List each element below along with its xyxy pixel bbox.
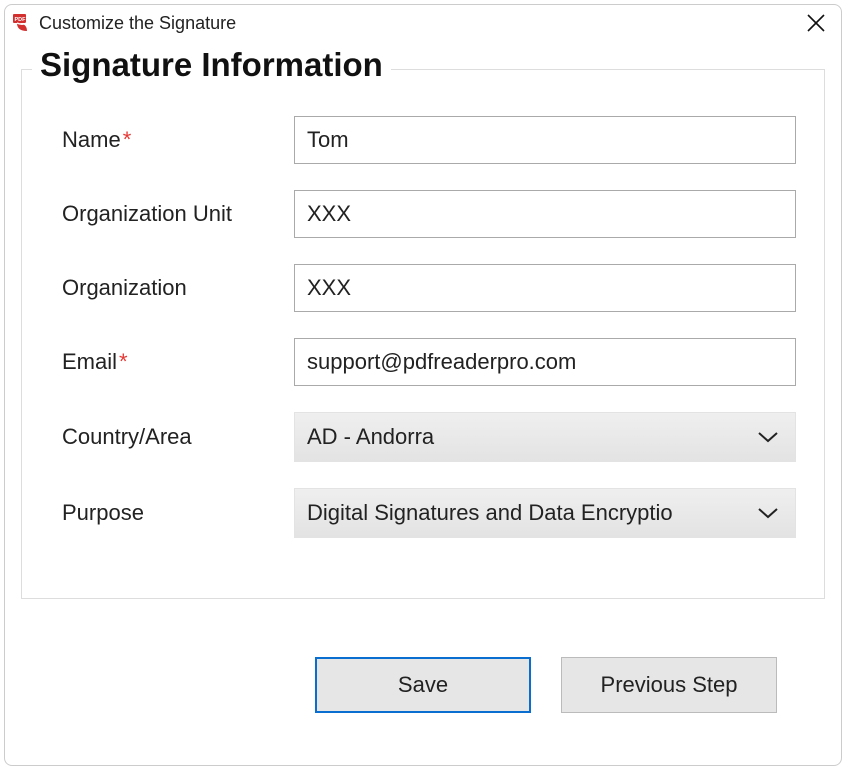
email-label: Email* [62,349,294,375]
signature-info-section: Signature Information Name* Organization… [21,69,825,599]
purpose-select[interactable]: Digital Signatures and Data Encryptio [294,488,796,538]
row-name: Name* [62,116,796,164]
app-icon: PDF [13,13,33,33]
section-legend: Signature Information [32,46,391,84]
org-unit-label: Organization Unit [62,201,294,227]
window-title: Customize the Signature [39,13,236,34]
row-org-unit: Organization Unit [62,190,796,238]
dialog-window: PDF Customize the Signature Signature In… [4,4,842,766]
org-label: Organization [62,275,294,301]
svg-text:PDF: PDF [15,17,27,23]
save-button[interactable]: Save [315,657,531,713]
close-button[interactable] [801,8,831,38]
row-country: Country/Area AD - Andorra [62,412,796,462]
name-label: Name* [62,127,294,153]
purpose-label: Purpose [62,500,294,526]
org-input[interactable] [294,264,796,312]
close-icon [807,14,825,32]
chevron-down-icon [757,430,779,444]
org-unit-input[interactable] [294,190,796,238]
country-value: AD - Andorra [307,424,434,450]
titlebar: PDF Customize the Signature [5,5,841,39]
name-input[interactable] [294,116,796,164]
required-mark: * [123,127,132,152]
purpose-value: Digital Signatures and Data Encryptio [307,500,673,526]
row-purpose: Purpose Digital Signatures and Data Encr… [62,488,796,538]
email-input[interactable] [294,338,796,386]
dialog-content: Signature Information Name* Organization… [5,39,841,713]
country-select[interactable]: AD - Andorra [294,412,796,462]
row-org: Organization [62,264,796,312]
previous-step-button[interactable]: Previous Step [561,657,777,713]
country-label: Country/Area [62,424,294,450]
row-email: Email* [62,338,796,386]
required-mark: * [119,349,128,374]
button-row: Save Previous Step [21,599,825,713]
chevron-down-icon [757,506,779,520]
